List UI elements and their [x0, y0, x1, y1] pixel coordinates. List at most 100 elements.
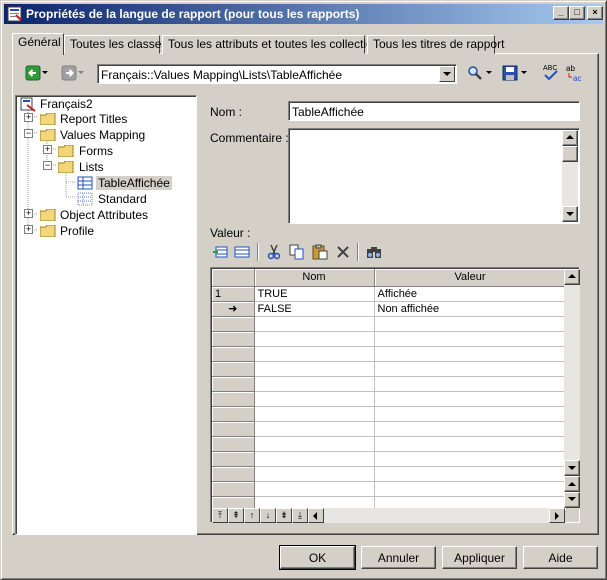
row-header[interactable] — [212, 406, 255, 422]
table-cell[interactable] — [374, 451, 567, 467]
spellcheck-icon[interactable]: ABC — [542, 63, 560, 83]
name-field[interactable]: TableAffichée — [288, 101, 580, 121]
save-icon[interactable] — [502, 65, 518, 81]
values-grid[interactable]: Nom Valeur 1 TRUE Affichée ➜ FALSE Non a… — [210, 267, 580, 523]
tab-report-titles[interactable]: Tous les titres de rapport — [367, 35, 504, 54]
table-cell[interactable] — [254, 346, 375, 362]
table-cell-nom[interactable]: FALSE — [254, 301, 375, 317]
table-cell[interactable] — [374, 376, 567, 392]
scroll-left-button[interactable] — [308, 508, 324, 523]
row-header[interactable] — [212, 376, 255, 392]
insert-row-icon[interactable] — [234, 244, 250, 260]
table-cell[interactable] — [254, 376, 375, 392]
back-dropdown-icon[interactable] — [41, 65, 51, 81]
table-cell[interactable] — [374, 316, 567, 332]
table-cell[interactable] — [374, 421, 567, 437]
table-cell[interactable] — [254, 361, 375, 377]
table-row-empty[interactable] — [212, 451, 567, 467]
combo-arrow-button[interactable] — [439, 66, 455, 82]
help-button[interactable]: Aide — [523, 546, 598, 569]
row-header[interactable] — [212, 451, 255, 467]
table-cell[interactable] — [254, 331, 375, 347]
move-bottom-icon[interactable]: ⤓ — [292, 508, 308, 523]
ok-button[interactable]: OK — [279, 545, 356, 570]
table-cell[interactable] — [374, 331, 567, 347]
replace-icon[interactable]: ab ac — [565, 63, 583, 83]
path-combobox[interactable]: Français::Values Mapping\Lists\TableAffi… — [97, 64, 457, 84]
scroll-up-button[interactable] — [564, 269, 580, 285]
table-cell-nom[interactable]: TRUE — [254, 286, 375, 302]
collapse-icon[interactable]: − — [43, 161, 52, 170]
table-cell[interactable] — [374, 466, 567, 482]
column-header-nom[interactable]: Nom — [254, 269, 375, 287]
maximize-button[interactable]: □ — [569, 6, 585, 20]
table-cell[interactable] — [254, 451, 375, 467]
find-icon[interactable] — [467, 65, 483, 81]
table-row-empty[interactable] — [212, 436, 567, 452]
tree-view[interactable]: Français2 + Report Titles − Values Mappi… — [15, 95, 197, 535]
table-cell[interactable] — [254, 316, 375, 332]
add-row-icon[interactable] — [212, 244, 228, 260]
comment-field[interactable] — [288, 128, 580, 224]
table-cell[interactable] — [374, 391, 567, 407]
paste-icon[interactable] — [312, 244, 328, 260]
find-dropdown-icon[interactable] — [485, 65, 495, 81]
move-up-page-icon[interactable]: ⇞ — [228, 508, 244, 523]
row-header[interactable] — [212, 331, 255, 347]
table-cell[interactable] — [254, 406, 375, 422]
table-cell[interactable] — [374, 361, 567, 377]
table-row-empty[interactable] — [212, 346, 567, 362]
table-cell-valeur[interactable]: Non affichée — [374, 301, 567, 317]
table-cell[interactable] — [374, 406, 567, 422]
row-header[interactable] — [212, 316, 255, 332]
cancel-button[interactable]: Annuler — [361, 546, 436, 569]
move-top-icon[interactable]: ⤒ — [212, 508, 228, 523]
column-header-valeur[interactable]: Valeur — [374, 269, 567, 287]
row-header[interactable] — [212, 361, 255, 377]
expand-icon[interactable]: + — [24, 209, 33, 218]
tab-all-classes[interactable]: Toutes les classes — [64, 35, 167, 54]
table-row-empty[interactable] — [212, 316, 567, 332]
back-icon[interactable] — [25, 65, 41, 81]
scroll-down-button[interactable] — [562, 206, 578, 222]
grid-corner[interactable] — [212, 269, 255, 287]
scroll-up-button[interactable] — [562, 130, 578, 146]
forward-dropdown-icon[interactable] — [77, 65, 87, 81]
comment-scrollbar[interactable] — [562, 130, 578, 222]
row-header[interactable] — [212, 421, 255, 437]
move-down-icon[interactable]: ↓ — [260, 508, 276, 523]
table-row-empty[interactable] — [212, 406, 567, 422]
row-header[interactable] — [212, 466, 255, 482]
grid-vertical-scrollbar[interactable] — [564, 269, 580, 508]
row-header[interactable] — [212, 436, 255, 452]
scroll-right-button[interactable] — [549, 508, 565, 523]
collapse-icon[interactable]: − — [24, 129, 33, 138]
cut-icon[interactable] — [266, 244, 282, 260]
table-cell[interactable] — [254, 481, 375, 497]
table-row-empty[interactable] — [212, 481, 567, 497]
forward-icon[interactable] — [61, 65, 77, 81]
table-cell[interactable] — [374, 436, 567, 452]
row-header[interactable] — [212, 346, 255, 362]
row-header[interactable] — [212, 481, 255, 497]
expand-icon[interactable]: + — [43, 145, 52, 154]
row-header-current[interactable]: ➜ — [212, 301, 255, 317]
move-up-icon[interactable]: ↑ — [244, 508, 260, 523]
delete-icon[interactable] — [335, 244, 351, 260]
table-cell-valeur[interactable]: Affichée — [374, 286, 567, 302]
close-button[interactable]: × — [587, 6, 603, 20]
table-row-empty[interactable] — [212, 331, 567, 347]
scroll-thumb[interactable] — [562, 146, 578, 162]
table-row[interactable]: 1 TRUE Affichée — [212, 286, 567, 302]
table-cell[interactable] — [254, 421, 375, 437]
move-down-page-icon[interactable]: ⇟ — [276, 508, 292, 523]
apply-button[interactable]: Appliquer — [442, 546, 517, 569]
save-dropdown-icon[interactable] — [520, 65, 530, 81]
tab-general[interactable]: Général — [12, 33, 64, 55]
scroll-bottom-button[interactable] — [564, 492, 580, 508]
table-row-empty[interactable] — [212, 421, 567, 437]
table-row-empty[interactable] — [212, 376, 567, 392]
table-row[interactable]: ➜ FALSE Non affichée — [212, 301, 567, 317]
expand-icon[interactable]: + — [24, 113, 33, 122]
table-cell[interactable] — [254, 391, 375, 407]
